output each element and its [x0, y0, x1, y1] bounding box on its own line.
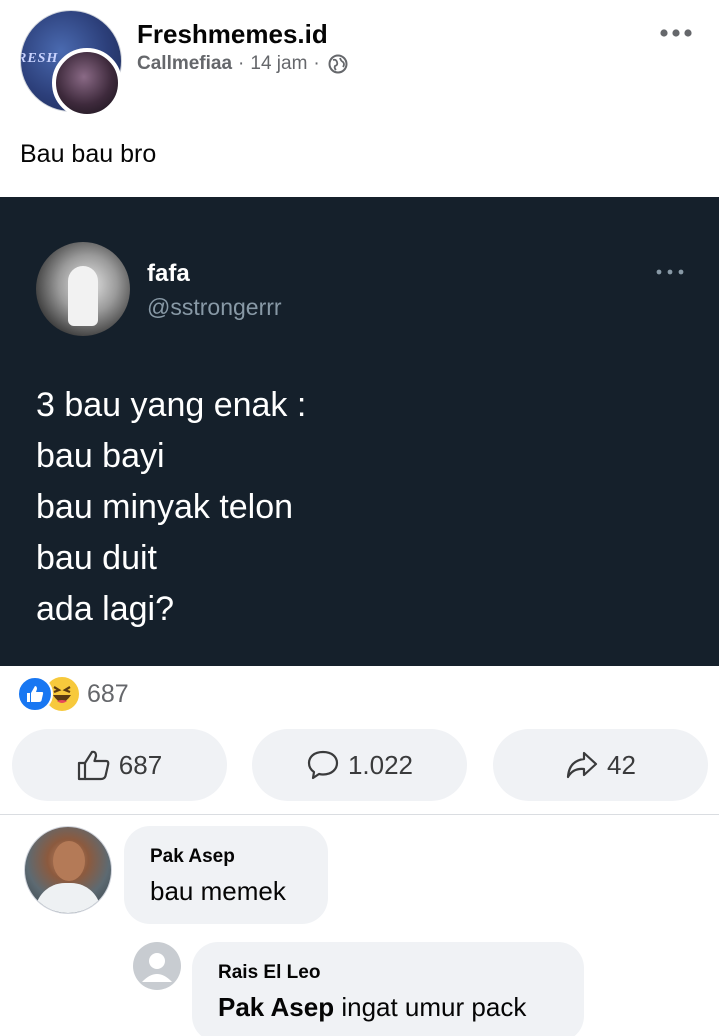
share-count: 42 [607, 749, 636, 780]
post-header: RESH Freshmemes.id Callmefiaa · 14 jam · [0, 0, 719, 120]
comment-bubble: Pak Asep bau memek [124, 826, 328, 924]
more-icon[interactable] [659, 26, 693, 40]
meta-separator: · [238, 53, 245, 74]
comment-icon [307, 750, 339, 780]
tweet-avatar [36, 242, 130, 336]
tweet-line: bau bayi [36, 437, 165, 475]
avatar-head [53, 841, 85, 881]
like-button[interactable]: 687 [12, 729, 227, 801]
tweet-handle: @sstrongerrr [147, 294, 282, 320]
reply-author[interactable]: Rais El Leo [218, 962, 558, 984]
divider [0, 814, 719, 815]
tweet-line: ada lagi? [36, 590, 175, 628]
reply-text: Pak Asep ingat umur pack [218, 992, 558, 1023]
post-author[interactable]: Callmefiaa [137, 53, 232, 75]
like-count: 687 [118, 749, 163, 780]
tweet-line: bau duit [36, 539, 157, 577]
commenter-avatar[interactable] [24, 826, 112, 914]
comment-count: 1.022 [347, 749, 414, 780]
like-icon [77, 750, 110, 781]
share-icon [566, 751, 598, 779]
avatar-shirt [35, 883, 101, 913]
reply-bubble: Rais El Leo Pak Asep ingat umur pack [192, 942, 584, 1036]
tweet-line: bau minyak telon [36, 488, 294, 526]
like-reaction-icon [17, 676, 53, 712]
page-avatar-logo-text: RESH [20, 51, 59, 66]
post-caption: Bau bau bro [20, 140, 157, 168]
comment-text: bau memek [150, 876, 286, 906]
tweet-avatar-figure [68, 266, 98, 326]
reactions-summary[interactable]: 687 [17, 675, 129, 713]
comment-button[interactable]: 1.022 [252, 729, 467, 801]
author-avatar[interactable] [52, 48, 122, 118]
post-time[interactable]: 14 jam [250, 53, 307, 75]
reaction-count: 687 [87, 679, 129, 708]
post-actions: 687 1.022 42 [12, 729, 708, 801]
reply-body: ingat umur pack [334, 992, 527, 1022]
tweet-more-icon [656, 269, 684, 275]
page-name[interactable]: Freshmemes.id [137, 19, 328, 50]
reply-mention[interactable]: Pak Asep [218, 992, 334, 1022]
globe-icon [328, 54, 348, 74]
tweet-name: fafa [147, 260, 190, 287]
tweet-line: 3 bau yang enak : [36, 386, 307, 424]
comment-author[interactable]: Pak Asep [150, 846, 302, 868]
share-button[interactable]: 42 [493, 729, 708, 801]
meta-separator-2: · [313, 53, 320, 74]
default-avatar-icon[interactable] [133, 942, 181, 990]
tweet-text: 3 bau yang enak : bau bayi bau minyak te… [36, 380, 306, 635]
post-meta: Callmefiaa · 14 jam · [137, 53, 348, 75]
tweet-image[interactable]: fafa @sstrongerrr 3 bau yang enak : bau … [0, 197, 719, 666]
